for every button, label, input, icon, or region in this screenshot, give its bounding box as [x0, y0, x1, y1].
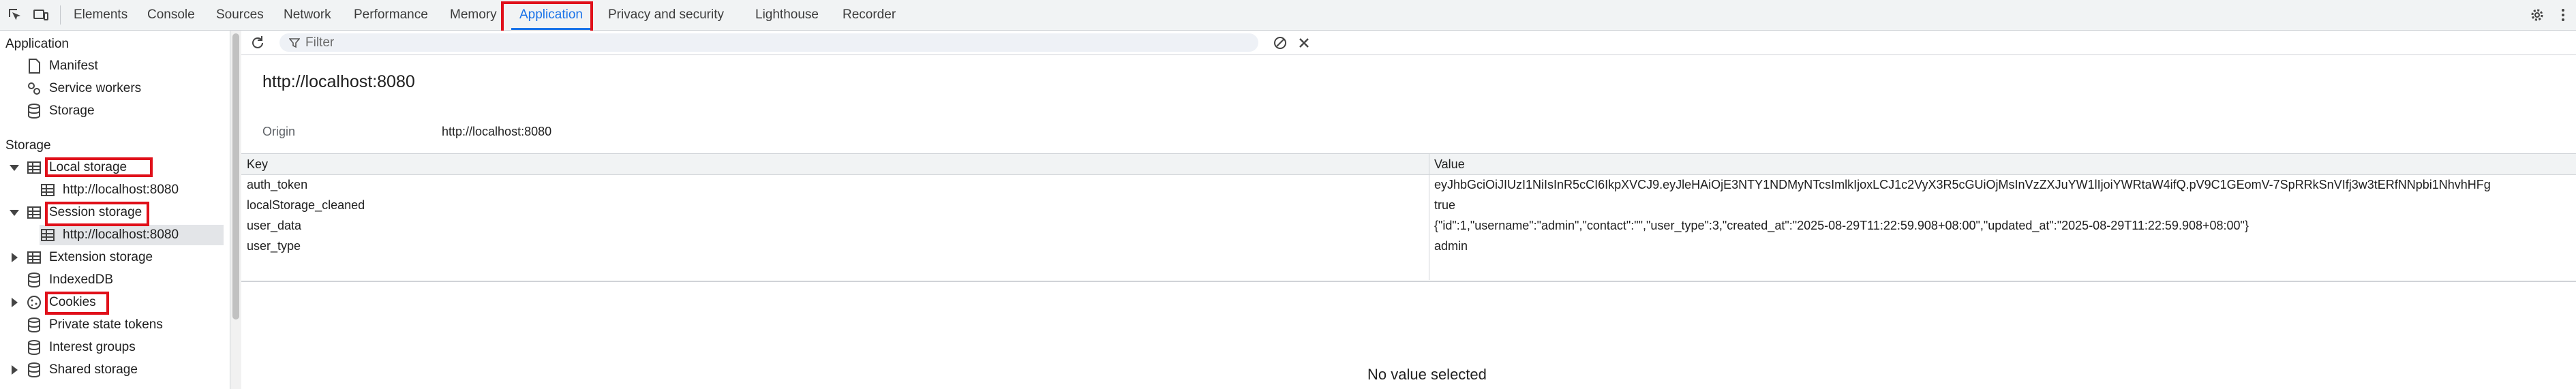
- tabbar-divider: [60, 5, 61, 25]
- row-key[interactable]: user_type: [247, 236, 301, 256]
- sidebar-item-label: http://localhost:8080: [63, 228, 179, 242]
- tab-sources[interactable]: Sources: [216, 0, 264, 30]
- sidebar-item-label: Local storage: [49, 160, 127, 174]
- tab-memory[interactable]: Memory: [450, 0, 497, 30]
- row-value[interactable]: eyJhbGciOiJIUzI1NiIsInR5cCI6IkpXVCJ9.eyJ…: [1434, 174, 2491, 195]
- sidebar-scrollbar[interactable]: [230, 31, 241, 389]
- database-icon: [28, 273, 40, 288]
- database-icon: [28, 362, 40, 378]
- tab-elements[interactable]: Elements: [74, 0, 127, 30]
- sidebar-item-label: Extension storage: [49, 250, 153, 264]
- table-row[interactable]: localStorage_cleaned true: [241, 195, 2576, 215]
- table-row[interactable]: user_data {"id":1,"username":"admin","co…: [241, 215, 2576, 236]
- storage-table: Key Value auth_token eyJhbGciOiJIUzI1NiI…: [241, 154, 2576, 280]
- origin-label: Origin: [262, 125, 296, 138]
- device-toolbar-icon[interactable]: [33, 7, 49, 23]
- tab-recorder[interactable]: Recorder: [843, 0, 896, 30]
- row-value[interactable]: {"id":1,"username":"admin","contact":"",…: [1434, 215, 2249, 236]
- row-key[interactable]: localStorage_cleaned: [247, 195, 365, 215]
- cookie-icon: [27, 296, 41, 309]
- table-header: Key Value: [241, 154, 2576, 175]
- gear-icon: [28, 82, 40, 95]
- origin-title: http://localhost:8080: [262, 72, 415, 91]
- origin-value: http://localhost:8080: [442, 125, 552, 138]
- application-sidebar: Application Manifest Service workers Sto…: [0, 31, 230, 389]
- tab-network[interactable]: Network: [284, 0, 331, 30]
- sidebar-heading-application: Application: [5, 37, 69, 51]
- sidebar-item-label: Interest groups: [49, 340, 136, 354]
- sidebar-item-label: Storage: [49, 104, 95, 118]
- table-row[interactable]: auth_token eyJhbGciOiJIUzI1NiIsInR5cCI6I…: [241, 174, 2576, 195]
- row-key[interactable]: user_data: [247, 215, 301, 236]
- sidebar-item-label: Session storage: [49, 205, 142, 219]
- tab-application[interactable]: Application: [511, 0, 591, 30]
- table-icon: [41, 229, 55, 241]
- inspect-element-icon[interactable]: [7, 7, 23, 23]
- table-icon: [27, 251, 41, 264]
- empty-state-message: No value selected: [1367, 366, 1487, 383]
- collapse-arrow-icon[interactable]: [12, 365, 18, 375]
- sidebar-heading-storage: Storage: [5, 138, 51, 153]
- table-icon: [27, 206, 41, 219]
- sidebar-scrollbar-thumb[interactable]: [232, 33, 239, 320]
- sidebar-item-label: Manifest: [49, 59, 98, 73]
- refresh-icon[interactable]: [249, 35, 266, 51]
- more-options-icon[interactable]: [2555, 7, 2571, 23]
- row-value[interactable]: admin: [1434, 236, 1468, 256]
- sidebar-item-label: Private state tokens: [49, 317, 163, 332]
- collapse-arrow-icon[interactable]: [12, 298, 18, 307]
- sidebar-item-label: IndexedDB: [49, 273, 114, 287]
- table-icon: [27, 161, 41, 174]
- expand-arrow-icon[interactable]: [10, 210, 19, 216]
- row-key[interactable]: auth_token: [247, 174, 307, 195]
- database-icon: [28, 317, 40, 333]
- tab-lighthouse[interactable]: Lighthouse: [755, 0, 819, 30]
- settings-gear-icon[interactable]: [2529, 7, 2545, 23]
- column-header-key[interactable]: Key: [247, 154, 268, 174]
- sidebar-item-session-storage-origin[interactable]: http://localhost:8080: [40, 225, 224, 245]
- table-bottom-divider: [241, 281, 2576, 282]
- sidebar-item-label: Service workers: [49, 81, 142, 95]
- filter-placeholder: Filter: [305, 35, 335, 50]
- collapse-arrow-icon[interactable]: [12, 253, 18, 262]
- sidebar-item-label: http://localhost:8080: [63, 183, 179, 197]
- sidebar-item-label: Shared storage: [49, 362, 138, 377]
- filter-funnel-icon: [289, 38, 300, 48]
- filter-input[interactable]: Filter: [279, 33, 1258, 52]
- column-header-value[interactable]: Value: [1434, 154, 1465, 174]
- file-icon: [29, 59, 40, 74]
- storage-toolbar: Filter: [241, 31, 2576, 55]
- tab-performance[interactable]: Performance: [354, 0, 428, 30]
- sidebar-item-label: Cookies: [49, 295, 96, 309]
- tab-console[interactable]: Console: [147, 0, 195, 30]
- row-value[interactable]: true: [1434, 195, 1455, 215]
- table-icon: [41, 184, 55, 196]
- tab-privacy-and-security[interactable]: Privacy and security: [608, 0, 724, 30]
- devtools-tab-bar: Elements Console Sources Network Perform…: [0, 0, 2576, 31]
- delete-selected-icon[interactable]: [1296, 35, 1312, 51]
- expand-arrow-icon[interactable]: [10, 165, 19, 171]
- table-row[interactable]: user_type admin: [241, 236, 2576, 256]
- database-icon: [28, 340, 40, 356]
- database-icon: [28, 104, 40, 119]
- clear-all-icon[interactable]: [1272, 35, 1288, 51]
